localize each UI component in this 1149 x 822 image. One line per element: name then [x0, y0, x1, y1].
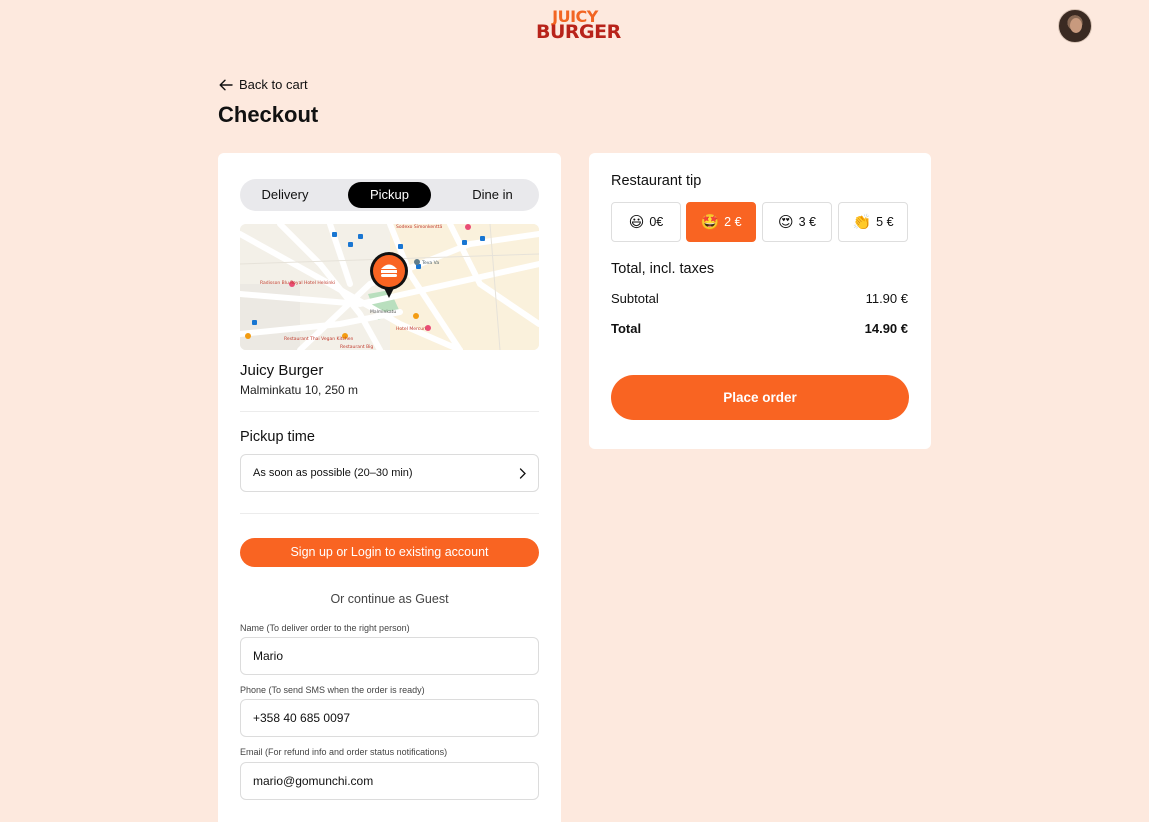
checkout-form-card: Delivery Pickup Dine in Sodexo Simonkent…: [218, 153, 561, 822]
subtotal-value: 11.90 €: [865, 291, 908, 306]
email-field[interactable]: mario@gomunchi.com: [240, 762, 539, 800]
star-struck-icon: 🤩: [700, 213, 720, 231]
restaurant-map[interactable]: Sodexo Simonkenttä Radisson Blu Royal Ho…: [240, 224, 539, 350]
divider: [240, 411, 539, 412]
subtotal-row: Subtotal 11.90 €: [611, 291, 908, 306]
back-to-cart-link[interactable]: Back to cart: [219, 77, 308, 92]
pickup-time-label: Pickup time: [240, 429, 315, 445]
juicy-burger-logo[interactable]: JUICY BURGER: [536, 9, 621, 43]
tip-option-label: 3 €: [798, 215, 817, 229]
tip-option-2[interactable]: 😍 3 €: [762, 202, 832, 242]
map-label-hotel-radisson: Radisson Blu Royal Hotel Helsinki: [260, 280, 335, 286]
page-title: Checkout: [218, 102, 319, 127]
phone-field-label: Phone (To send SMS when the order is rea…: [240, 685, 425, 695]
map-label-hotel: Hotel Mercuri: [396, 326, 426, 332]
pickup-time-value: As soon as possible (20–30 min): [253, 467, 413, 479]
total-row: Total 14.90 €: [611, 321, 908, 336]
phone-field[interactable]: +358 40 685 0097: [240, 699, 539, 737]
back-to-cart-label: Back to cart: [239, 77, 308, 92]
tip-option-1[interactable]: 🤩 2 €: [686, 202, 756, 242]
logo-line-2: BURGER: [536, 21, 621, 43]
map-label-cafe: Sodexo Simonkenttä: [396, 224, 443, 230]
name-field-label: Name (To deliver order to the right pers…: [240, 623, 410, 633]
avatar-face-icon: [1070, 18, 1082, 33]
divider: [240, 513, 539, 514]
signup-login-button[interactable]: Sign up or Login to existing account: [240, 538, 539, 567]
map-label-thai: Restaurant Thai Vegan Kitchen: [284, 336, 354, 342]
tip-option-0[interactable]: 😃 0€: [611, 202, 681, 242]
subtotal-label: Subtotal: [611, 291, 659, 306]
tip-option-label: 0€: [649, 215, 664, 229]
tab-delivery[interactable]: Delivery: [244, 182, 326, 208]
total-value: 14.90 €: [864, 321, 908, 336]
tab-pickup[interactable]: Pickup: [348, 182, 431, 208]
pickup-time-select[interactable]: As soon as possible (20–30 min): [240, 454, 539, 492]
name-field[interactable]: Mario: [240, 637, 539, 675]
total-label: Total: [611, 321, 642, 336]
heart-eyes-icon: 😍: [777, 213, 794, 231]
tip-option-3[interactable]: 👏 5 €: [838, 202, 908, 242]
tab-dine-in[interactable]: Dine in: [450, 182, 535, 208]
restaurant-address: Malminkatu 10, 250 m: [240, 383, 359, 397]
chevron-right-icon: [519, 468, 526, 479]
map-label-place: Teva Va: [421, 260, 439, 266]
totals-title: Total, incl. taxes: [611, 261, 715, 277]
tip-option-label: 2 €: [724, 215, 742, 229]
arrow-left-icon: [219, 79, 233, 90]
map-label-restaurant-big: Restaurant Big: [340, 344, 373, 350]
map-label-street: Malminkatu: [370, 309, 396, 315]
place-order-button[interactable]: Place order: [611, 375, 909, 420]
tip-option-label: 5 €: [876, 215, 894, 229]
email-field-label: Email (For refund info and order status …: [240, 747, 448, 757]
tip-title: Restaurant tip: [611, 173, 702, 189]
restaurant-name: Juicy Burger: [240, 362, 324, 379]
order-type-switch: Delivery Pickup Dine in: [240, 179, 539, 211]
smiley-icon: 😃: [628, 213, 645, 231]
clapping-hands-icon: 👏: [852, 213, 872, 231]
guest-label: Or continue as Guest: [330, 592, 449, 606]
order-summary-card: Restaurant tip 😃 0€ 🤩 2 € 😍 3 € 👏 5 € To…: [589, 153, 931, 449]
user-avatar[interactable]: [1058, 9, 1092, 43]
